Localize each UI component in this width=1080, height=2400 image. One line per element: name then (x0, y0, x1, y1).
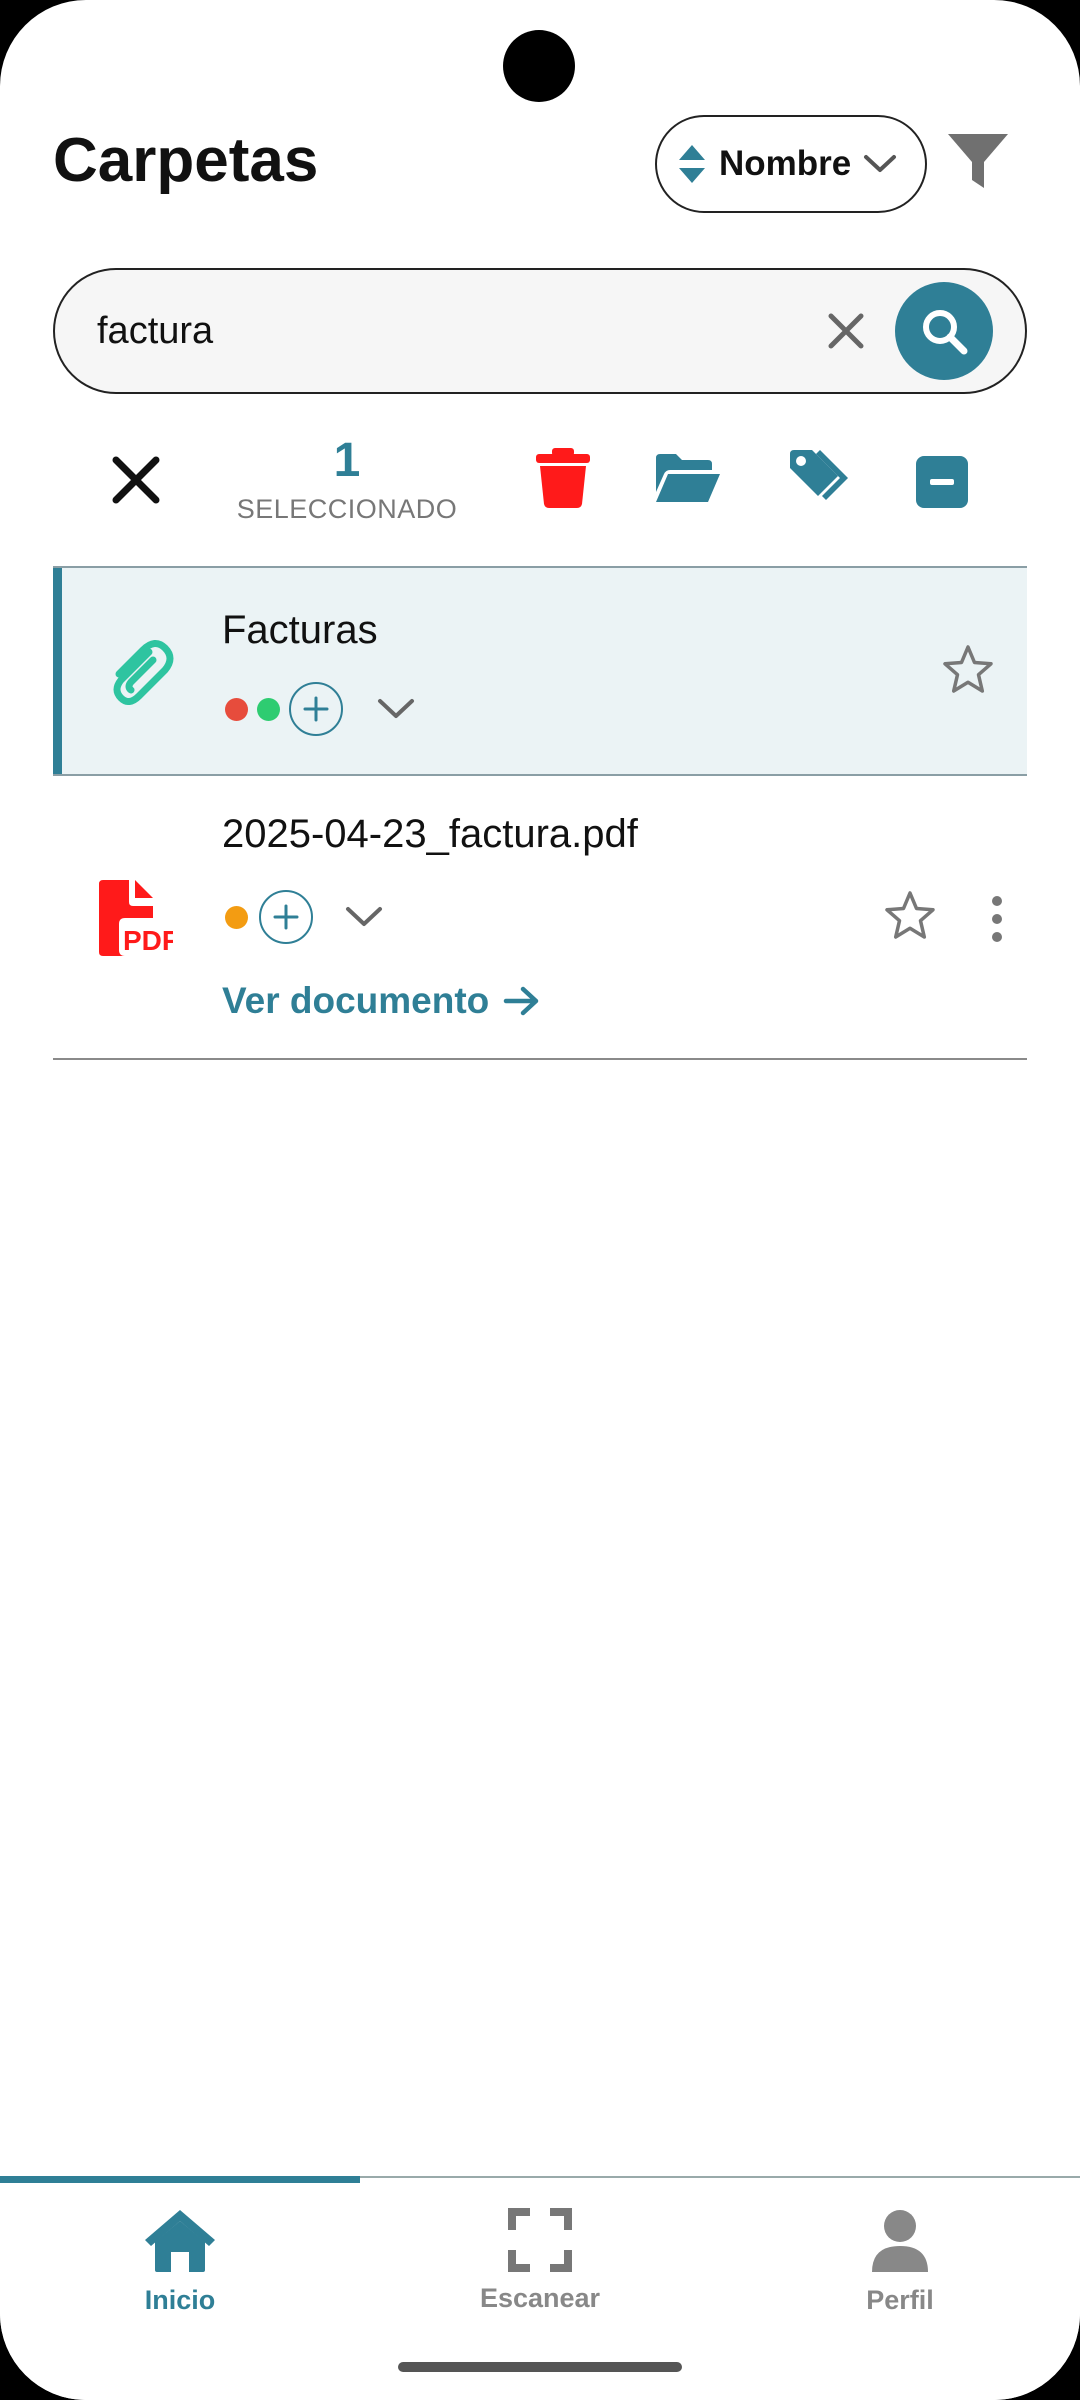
tag-dot (257, 698, 280, 721)
list-item-folder[interactable]: Facturas (53, 566, 1027, 776)
add-tag-button[interactable] (289, 682, 343, 736)
search-input[interactable] (97, 270, 797, 392)
tags-icon[interactable] (788, 448, 850, 508)
trash-icon[interactable] (536, 448, 590, 508)
view-document-link[interactable]: Ver documento (222, 980, 541, 1022)
active-tab-indicator (0, 2176, 360, 2183)
selection-accent (53, 568, 62, 774)
item-title: Facturas (222, 608, 378, 652)
nav-label: Perfil (866, 2285, 934, 2315)
view-document-label: Ver documento (222, 980, 490, 1021)
search-bar (53, 268, 1027, 394)
nav-item-inicio[interactable]: Inicio (0, 2208, 360, 2316)
selection-count-label: SELECCIONADO (236, 494, 458, 524)
minus-square-icon[interactable] (916, 452, 968, 512)
chevron-down-icon (864, 155, 897, 172)
home-icon (145, 2210, 215, 2272)
home-indicator[interactable] (398, 2362, 682, 2372)
arrow-right-icon (504, 986, 539, 1016)
selection-count-number: 1 (333, 434, 361, 487)
nav-label: Inicio (144, 2285, 216, 2315)
close-icon[interactable] (825, 310, 867, 352)
nav-item-perfil[interactable]: Perfil (720, 2208, 1080, 2316)
search-icon (923, 310, 968, 355)
nav-label: Escanear (479, 2283, 601, 2313)
paperclip-icon (113, 640, 174, 705)
chevron-down-icon[interactable] (377, 698, 415, 720)
filter-icon[interactable] (946, 132, 1010, 192)
sort-label: Nombre (719, 144, 852, 183)
search-button[interactable] (895, 282, 993, 380)
chevron-down-icon[interactable] (345, 906, 383, 928)
svg-text:PDF: PDF (123, 925, 173, 956)
list-item-document[interactable]: PDF 2025-04-23_factura.pdf Ver documento (53, 776, 1027, 1060)
item-title: 2025-04-23_factura.pdf (222, 812, 638, 856)
camera-cutout (503, 30, 575, 102)
plus-icon (273, 904, 299, 930)
tag-dot (225, 906, 248, 929)
pdf-icon: PDF (99, 880, 173, 956)
folder-open-icon[interactable] (654, 448, 722, 508)
plus-icon (303, 696, 329, 722)
page-title: Carpetas (53, 126, 319, 195)
scan-icon (508, 2208, 572, 2272)
clear-selection-icon[interactable] (108, 452, 164, 508)
selection-count: 1 SELECCIONADO (222, 432, 472, 525)
add-tag-button[interactable] (259, 890, 313, 944)
star-icon[interactable] (883, 890, 937, 942)
user-icon (872, 2210, 928, 2272)
nav-item-escanear[interactable]: Escanear (360, 2208, 720, 2314)
star-icon[interactable] (941, 644, 995, 696)
sort-button[interactable]: Nombre (655, 115, 927, 213)
sort-updown-icon (679, 145, 705, 183)
app-screen: Carpetas Nombre 1 SELECCIONADO (0, 0, 1080, 2400)
more-vertical-icon[interactable] (987, 894, 1007, 944)
tag-dot (225, 698, 248, 721)
